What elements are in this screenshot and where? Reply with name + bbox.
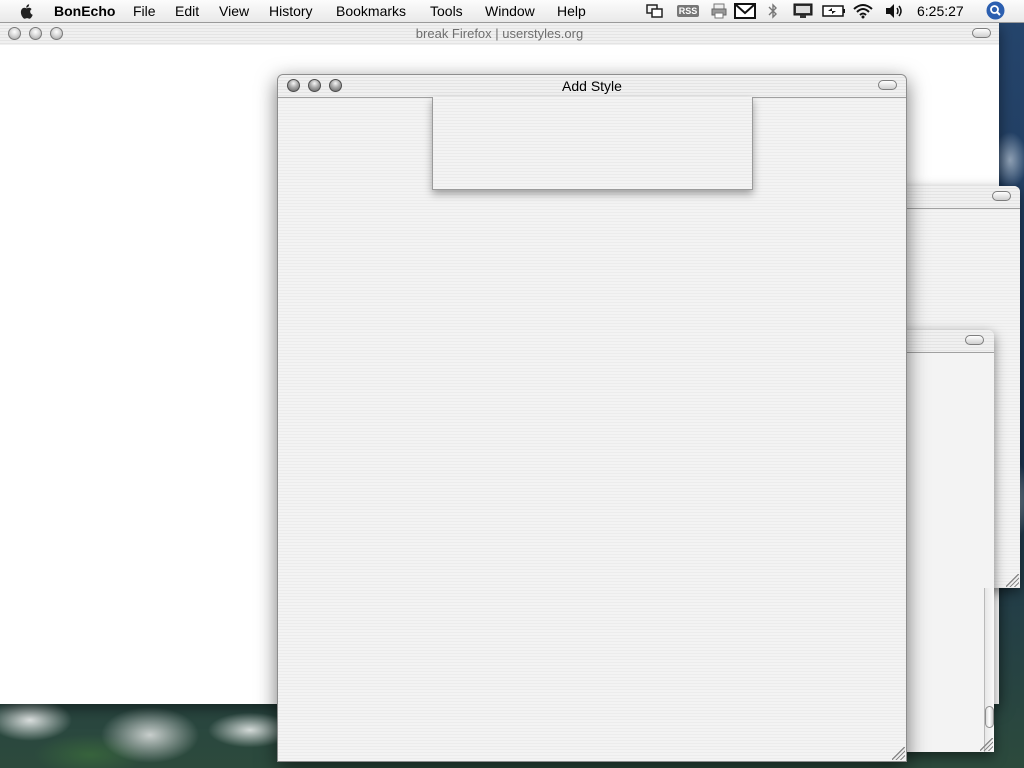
menu-bar: BonEcho File Edit View History Bookmarks… <box>0 0 1024 23</box>
window-title: Add Style <box>562 78 622 94</box>
screen-sharing-icon[interactable] <box>646 3 664 19</box>
add-style-titlebar[interactable]: Add Style <box>278 75 906 98</box>
toolbar-toggle-button[interactable] <box>965 335 984 345</box>
menu-help[interactable]: Help <box>557 3 586 19</box>
printer-icon[interactable] <box>710 3 728 19</box>
menu-tools[interactable]: Tools <box>430 3 463 19</box>
menu-clock[interactable]: 6:25:27 <box>917 3 964 19</box>
rss-icon[interactable]: RSS <box>676 3 700 19</box>
menu-bookmarks[interactable]: Bookmarks <box>336 3 406 19</box>
bluetooth-icon[interactable] <box>766 3 780 19</box>
attached-sheet <box>432 97 753 190</box>
scrollbar-thumb[interactable] <box>985 706 994 728</box>
menu-window[interactable]: Window <box>485 3 535 19</box>
volume-icon[interactable] <box>884 3 904 19</box>
firefox-titlebar[interactable]: break Firefox | userstyles.org <box>0 23 999 46</box>
spotlight-icon[interactable] <box>985 1 1005 19</box>
window-title: break Firefox | userstyles.org <box>415 26 584 41</box>
display-icon[interactable] <box>793 3 813 19</box>
toolbar-toggle-button[interactable] <box>992 191 1011 201</box>
menu-view[interactable]: View <box>219 3 249 19</box>
apple-menu-icon[interactable] <box>18 2 36 20</box>
vertical-scrollbar[interactable] <box>984 588 994 752</box>
toolbar-toggle-button[interactable] <box>972 28 991 38</box>
menu-edit[interactable]: Edit <box>175 3 199 19</box>
menu-app-name[interactable]: BonEcho <box>54 3 115 19</box>
menu-history[interactable]: History <box>269 3 313 19</box>
battery-icon[interactable] <box>822 3 846 19</box>
toolbar-toggle-button[interactable] <box>878 80 897 90</box>
wifi-icon[interactable] <box>852 3 874 19</box>
resize-grip[interactable] <box>892 747 905 760</box>
add-style-window: Add Style <box>277 74 907 762</box>
resize-grip[interactable] <box>1006 574 1019 587</box>
mail-icon[interactable] <box>734 3 756 19</box>
menu-file[interactable]: File <box>133 3 156 19</box>
resize-grip[interactable] <box>980 738 993 751</box>
